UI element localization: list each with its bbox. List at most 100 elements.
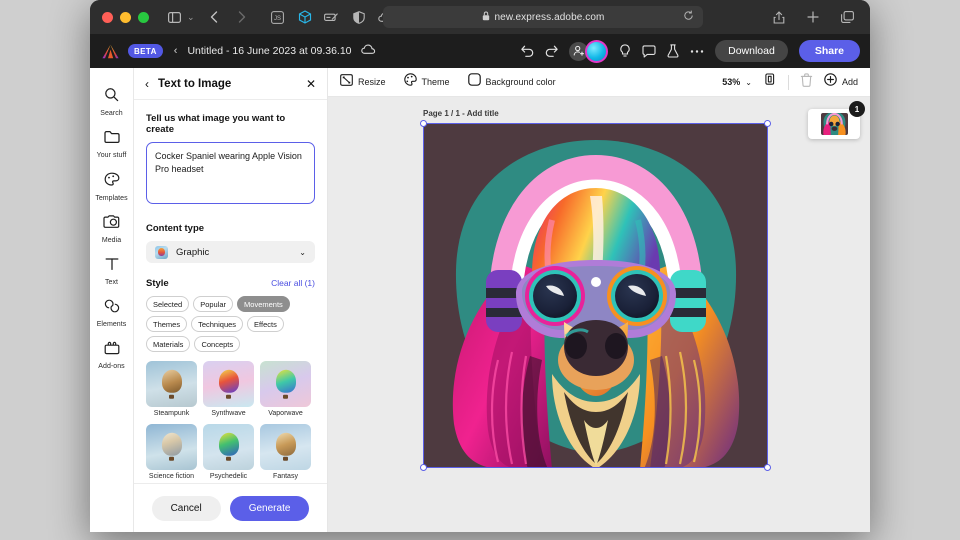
add-button[interactable]: Add bbox=[824, 73, 858, 91]
page-thumbnail-image bbox=[820, 113, 848, 135]
undo-icon[interactable] bbox=[521, 45, 534, 57]
app-body: Search Your stuff Templates Media Text E… bbox=[90, 68, 870, 532]
sidebar-item-elements[interactable]: Elements bbox=[90, 292, 133, 334]
generate-button[interactable]: Generate bbox=[229, 495, 310, 521]
app-header: BETA ‹ Untitled - 16 June 2023 at 09.36.… bbox=[90, 34, 870, 68]
chip-movements[interactable]: Movements bbox=[237, 296, 290, 312]
chip-selected[interactable]: Selected bbox=[146, 296, 190, 312]
page-count-badge: 1 bbox=[849, 101, 865, 117]
beaker-icon[interactable] bbox=[667, 44, 679, 58]
tab-overview-icon[interactable] bbox=[836, 6, 858, 28]
js-extension-icon[interactable]: JS bbox=[267, 6, 289, 28]
style-option[interactable]: Synthwave bbox=[203, 361, 254, 418]
sidebar-item-label: Media bbox=[101, 237, 122, 244]
redo-icon[interactable] bbox=[545, 45, 558, 57]
style-option[interactable]: Science fiction bbox=[146, 423, 197, 481]
style-option[interactable]: Vaporwave bbox=[260, 361, 311, 418]
page-thumbnail-panel[interactable]: 1 bbox=[808, 101, 865, 139]
chip-techniques[interactable]: Techniques bbox=[191, 316, 244, 332]
sidebar-toggle-icon[interactable] bbox=[163, 6, 185, 28]
panel-footer: Cancel Generate bbox=[134, 483, 327, 532]
back-arrow-icon[interactable] bbox=[203, 6, 225, 28]
canvas-toolbar: Resize Theme Background color 53% ⌄ Add bbox=[328, 68, 870, 97]
generated-artwork[interactable] bbox=[424, 124, 767, 467]
forward-arrow-icon[interactable] bbox=[231, 6, 253, 28]
left-rail: Search Your stuff Templates Media Text E… bbox=[90, 68, 134, 532]
minimize-window-button[interactable] bbox=[120, 11, 131, 23]
share-button[interactable]: Share bbox=[798, 40, 860, 62]
prompt-input[interactable] bbox=[146, 142, 315, 204]
edit-extension-icon[interactable] bbox=[321, 6, 343, 28]
comment-icon[interactable] bbox=[642, 44, 656, 58]
resize-handle-top-left[interactable] bbox=[420, 120, 427, 127]
panel-close-icon[interactable]: ✕ bbox=[306, 78, 316, 90]
content-type-thumbnail-icon bbox=[155, 245, 168, 259]
more-options-icon[interactable] bbox=[690, 49, 704, 54]
templates-icon bbox=[104, 172, 120, 192]
resize-handle-bottom-left[interactable] bbox=[420, 464, 427, 471]
chip-effects[interactable]: Effects bbox=[247, 316, 284, 332]
content-type-value: Graphic bbox=[176, 246, 210, 258]
lock-icon bbox=[482, 8, 490, 26]
style-label: Style bbox=[146, 278, 169, 289]
adobe-logo[interactable] bbox=[102, 44, 119, 59]
cloud-saved-icon bbox=[360, 42, 376, 60]
shield-extension-icon[interactable] bbox=[348, 6, 370, 28]
style-thumbnail-grid: Steampunk Synthwave Vaporwave Science fi… bbox=[146, 361, 315, 483]
text-to-image-panel: ‹ Text to Image ✕ Tell us what image you… bbox=[134, 68, 328, 532]
panel-content: Tell us what image you want to create Co… bbox=[134, 100, 327, 483]
sidebar-item-text[interactable]: Text bbox=[90, 250, 133, 292]
chip-popular[interactable]: Popular bbox=[193, 296, 234, 312]
canvas-area[interactable]: Page 1 / 1 - Add title 1 bbox=[328, 97, 870, 532]
lightbulb-icon[interactable] bbox=[619, 44, 631, 58]
panel-back-icon[interactable]: ‹ bbox=[145, 77, 149, 91]
pages-icon[interactable] bbox=[763, 72, 777, 92]
delete-icon[interactable] bbox=[800, 72, 813, 92]
sidebar-item-add-ons[interactable]: Add-ons bbox=[90, 334, 133, 376]
window-controls[interactable] bbox=[102, 11, 149, 23]
sidebar-item-media[interactable]: Media bbox=[90, 208, 133, 250]
resize-handle-bottom-right[interactable] bbox=[764, 464, 771, 471]
share-icon[interactable] bbox=[768, 6, 790, 28]
maximize-window-button[interactable] bbox=[138, 11, 149, 23]
cancel-button[interactable]: Cancel bbox=[151, 495, 221, 521]
theme-button[interactable]: Theme bbox=[403, 73, 450, 91]
new-tab-icon[interactable] bbox=[802, 6, 824, 28]
sidebar-item-label: Your stuff bbox=[96, 152, 127, 159]
sidebar-item-search[interactable]: Search bbox=[90, 80, 133, 123]
zoom-level[interactable]: 53% bbox=[722, 77, 740, 87]
page-title-label[interactable]: Page 1 / 1 - Add title bbox=[423, 109, 499, 118]
user-avatar[interactable] bbox=[585, 39, 609, 63]
chip-themes[interactable]: Themes bbox=[146, 316, 188, 332]
sidebar-chevron-icon[interactable]: ⌄ bbox=[187, 12, 195, 23]
close-window-button[interactable] bbox=[102, 11, 113, 23]
theme-palette-icon bbox=[403, 73, 417, 91]
download-button[interactable]: Download bbox=[715, 40, 788, 62]
toolbar-divider bbox=[787, 74, 789, 90]
sidebar-item-label: Text bbox=[104, 279, 119, 286]
box-3d-extension-icon[interactable] bbox=[294, 6, 316, 28]
chip-materials[interactable]: Materials bbox=[146, 336, 191, 352]
resize-handle-top-right[interactable] bbox=[764, 120, 771, 127]
content-type-select[interactable]: Graphic ⌄ bbox=[146, 241, 315, 263]
clear-all-button[interactable]: Clear all (1) bbox=[271, 278, 315, 288]
sidebar-item-label: Elements bbox=[96, 321, 127, 328]
chip-concepts[interactable]: Concepts bbox=[194, 336, 241, 352]
document-title[interactable]: Untitled - 16 June 2023 at 09.36.10 bbox=[187, 45, 351, 57]
background-color-icon bbox=[467, 73, 481, 91]
text-icon bbox=[105, 257, 119, 276]
style-option[interactable]: Steampunk bbox=[146, 361, 197, 418]
browser-window: ⌄ JS new.express.adobe.com BETA ‹ Untitl… bbox=[90, 0, 870, 532]
sidebar-item-your-stuff[interactable]: Your stuff bbox=[90, 123, 133, 165]
style-name: Synthwave bbox=[211, 410, 246, 417]
resize-button[interactable]: Resize bbox=[340, 73, 386, 91]
sidebar-item-templates[interactable]: Templates bbox=[90, 165, 133, 208]
reload-icon[interactable] bbox=[683, 10, 694, 24]
style-option[interactable]: Psychedelic bbox=[203, 423, 254, 481]
background-color-button[interactable]: Background color bbox=[467, 73, 556, 91]
selected-artwork-frame[interactable] bbox=[420, 120, 771, 471]
style-option[interactable]: Fantasy bbox=[260, 423, 311, 481]
back-chevron-icon[interactable]: ‹ bbox=[174, 45, 178, 57]
chevron-down-icon[interactable]: ⌄ bbox=[745, 78, 752, 87]
address-bar[interactable]: new.express.adobe.com bbox=[383, 6, 703, 28]
